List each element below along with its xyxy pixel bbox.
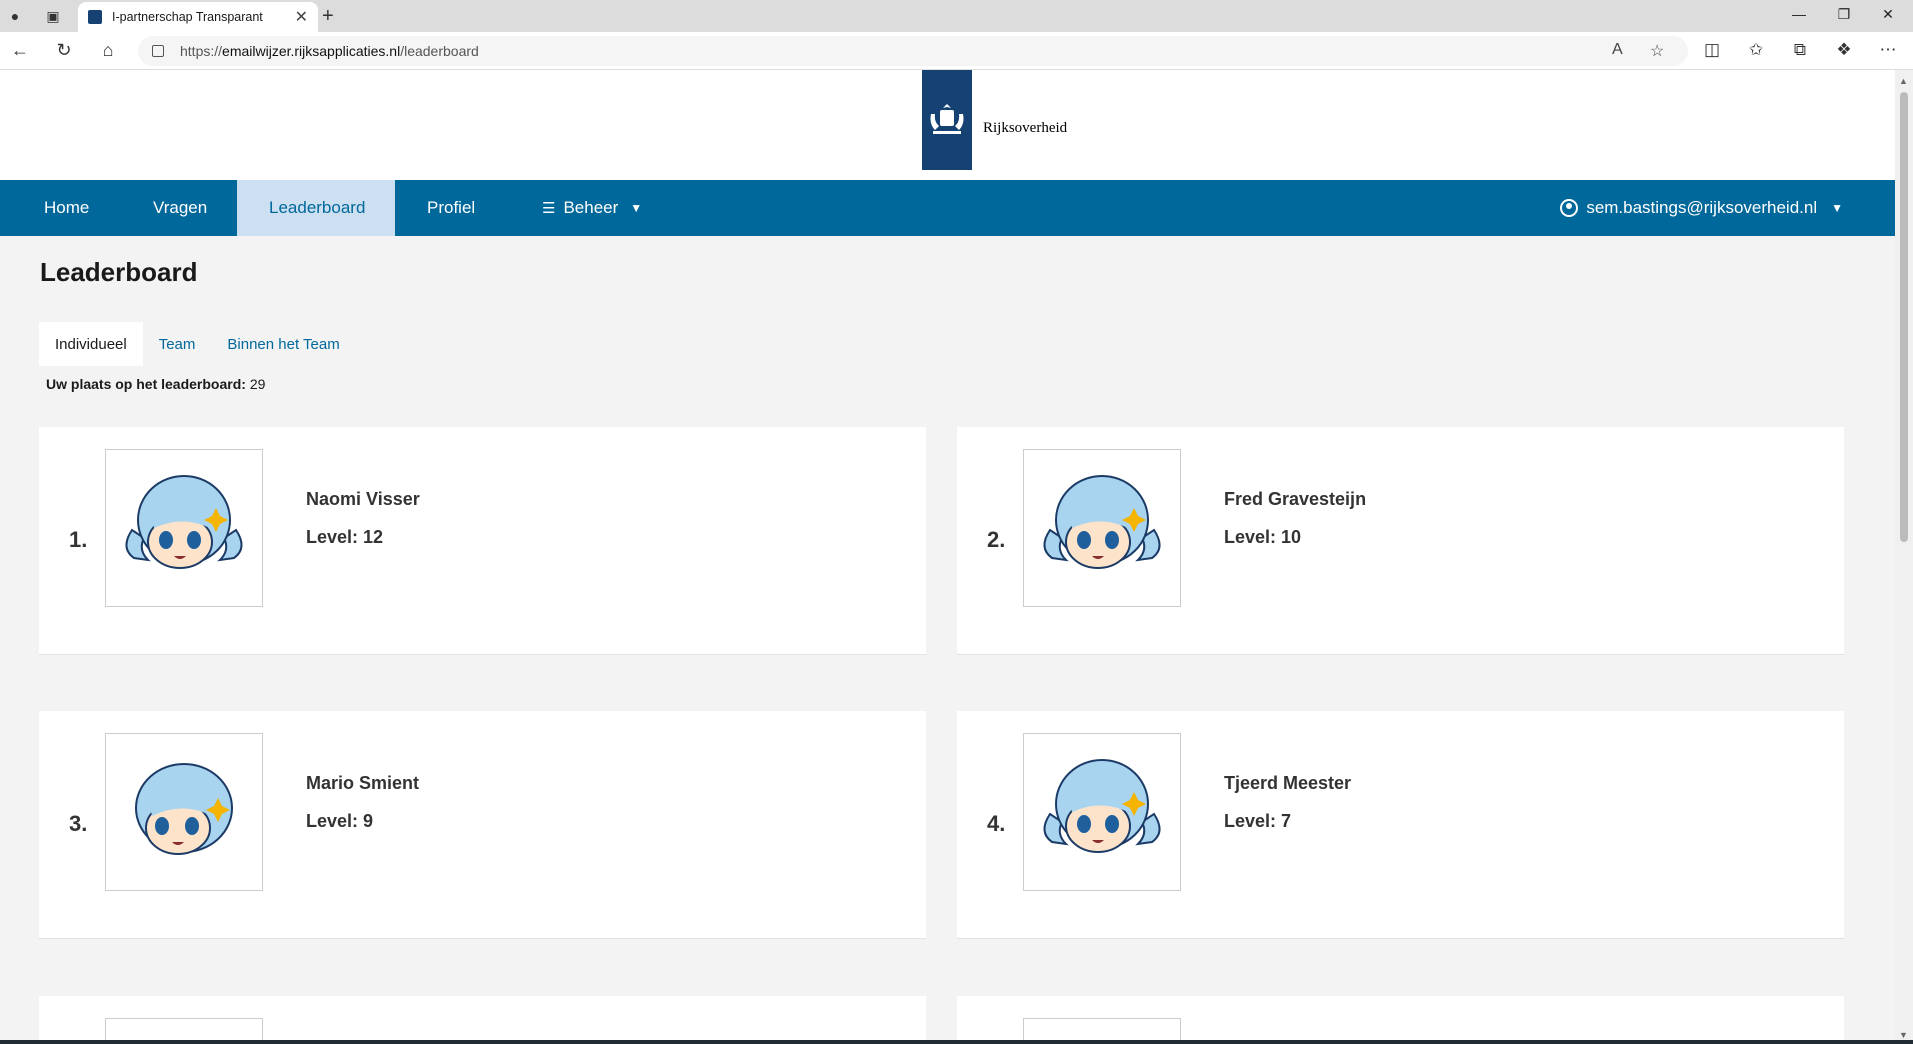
reload-icon[interactable]: ↻ xyxy=(52,40,76,61)
rank-number: 4. xyxy=(987,811,1006,836)
player-name: Mario Smient xyxy=(306,773,420,793)
player-name: Naomi Visser xyxy=(306,489,420,509)
player-level: Level: 10 xyxy=(1224,527,1302,547)
nav-home[interactable]: Home xyxy=(12,180,121,236)
anime-girl-short-hair-avatar xyxy=(105,733,263,891)
extensions-icon[interactable]: ❖ xyxy=(1832,40,1856,60)
browser-tab-bar: ● ▣ I-partnerschap Transparant ✕ + — ❐ ✕ xyxy=(0,0,1913,32)
split-screen-icon[interactable]: ◫ xyxy=(1700,40,1724,60)
tab-actions-icon[interactable]: ▣ xyxy=(42,6,64,26)
leaderboard-card xyxy=(39,996,926,1044)
player-level: Level: 9 xyxy=(306,811,374,831)
nav-beheer[interactable]: ☰ Beheer ▼ xyxy=(510,180,674,236)
user-email: sem.bastings@rijksoverheid.nl xyxy=(1586,198,1818,217)
nav-beheer-label: Beheer xyxy=(563,198,619,217)
page-title: Leaderboard xyxy=(40,257,198,287)
player-name: Tjeerd Meester xyxy=(1224,773,1352,793)
logo-text: Rijksoverheid xyxy=(983,120,1068,136)
url-field[interactable]: https://emailwijzer.rijksapplicaties.nl /… xyxy=(138,36,1688,66)
restore-icon[interactable]: ❐ xyxy=(1829,6,1859,23)
close-window-icon[interactable]: ✕ xyxy=(1873,6,1903,23)
url-prefix: https:// xyxy=(180,43,223,59)
favorite-star-icon[interactable]: ☆ xyxy=(1650,41,1664,61)
player-level: Level: 7 xyxy=(1224,811,1292,831)
my-place: Uw plaats op het leaderboard: 29 xyxy=(46,376,265,392)
favorites-icon[interactable]: ✩ xyxy=(1744,40,1768,60)
user-icon xyxy=(1560,199,1579,217)
tab-team[interactable]: Team xyxy=(143,322,212,366)
anime-girl-pigtails-avatar xyxy=(105,449,263,607)
url-host: emailwijzer.rijksapplicaties.nl xyxy=(222,43,401,59)
user-menu[interactable]: sem.bastings@rijksoverheid.nl ▼ xyxy=(1560,180,1843,236)
rank-number: 3. xyxy=(69,811,88,836)
taskbar-edge xyxy=(0,1040,1913,1044)
leaderboard-card: 2. Fred Gravesteijn Level: 10 xyxy=(957,427,1844,655)
chevron-down-icon: ▼ xyxy=(630,201,643,215)
leaderboard-card: 4. Tjeerd Meester Level: 7 xyxy=(957,711,1844,939)
site-favicon-icon xyxy=(88,10,102,24)
scroll-up-icon[interactable]: ▲ xyxy=(1899,76,1908,86)
new-tab-icon[interactable]: + xyxy=(322,5,334,28)
home-icon[interactable]: ⌂ xyxy=(96,40,120,61)
coat-of-arms-icon xyxy=(930,104,964,134)
page-scrollbar[interactable]: ▲ ▼ xyxy=(1895,70,1913,1044)
leaderboard-card: 3. Mario Smient Level: 9 xyxy=(39,711,926,939)
my-place-label: Uw plaats op het leaderboard: xyxy=(46,376,246,392)
minimize-icon[interactable]: — xyxy=(1784,6,1814,22)
player-name: Fred Gravesteijn xyxy=(1224,489,1367,509)
site-header: Rijksoverheid xyxy=(0,70,1895,180)
main-navigation: Home Vragen Leaderboard Profiel ☰ Beheer… xyxy=(0,180,1895,236)
more-options-icon[interactable]: ⋯ xyxy=(1876,40,1900,60)
nav-vragen[interactable]: Vragen xyxy=(121,180,239,236)
rank-number: 2. xyxy=(987,527,1006,552)
browser-tab[interactable]: I-partnerschap Transparant ✕ xyxy=(78,2,318,32)
close-tab-icon[interactable]: ✕ xyxy=(295,7,308,27)
collections-icon[interactable]: ⧉ xyxy=(1788,40,1812,60)
tab-binnen-het-team[interactable]: Binnen het Team xyxy=(211,322,355,366)
chevron-down-icon: ▼ xyxy=(1831,201,1843,215)
profile-icon[interactable]: ● xyxy=(4,6,26,26)
nav-profiel[interactable]: Profiel xyxy=(395,180,507,236)
leaderboard-card xyxy=(957,996,1844,1044)
my-place-value: 29 xyxy=(249,376,266,392)
anime-girl-pigtails-avatar xyxy=(1023,733,1181,891)
rijksoverheid-logo[interactable] xyxy=(922,70,972,170)
anime-girl-pigtails-avatar xyxy=(1023,449,1181,607)
tab-individueel[interactable]: Individueel xyxy=(39,322,143,366)
url-path: /leaderboard xyxy=(400,43,479,59)
player-level: Level: 12 xyxy=(306,527,384,547)
leaderboard-tabs: Individueel Team Binnen het Team xyxy=(39,322,356,366)
leaderboard-card: 1. Naomi Visser Level: 12 xyxy=(39,427,926,655)
address-toolbar: ← ↻ ⌂ https://emailwijzer.rijksapplicati… xyxy=(0,32,1913,70)
settings-sliders-icon: ☰ xyxy=(542,200,556,217)
read-aloud-icon[interactable]: A xyxy=(1612,41,1623,59)
lock-icon xyxy=(152,45,164,57)
rank-number: 1. xyxy=(69,527,88,552)
web-page: Rijksoverheid Home Vragen Leaderboard Pr… xyxy=(0,70,1895,1044)
back-icon[interactable]: ← xyxy=(8,40,32,61)
tab-title: I-partnerschap Transparant xyxy=(112,10,263,24)
scrollbar-thumb[interactable] xyxy=(1900,92,1908,542)
nav-leaderboard[interactable]: Leaderboard xyxy=(237,180,395,236)
scroll-down-icon[interactable]: ▼ xyxy=(1899,1030,1908,1040)
